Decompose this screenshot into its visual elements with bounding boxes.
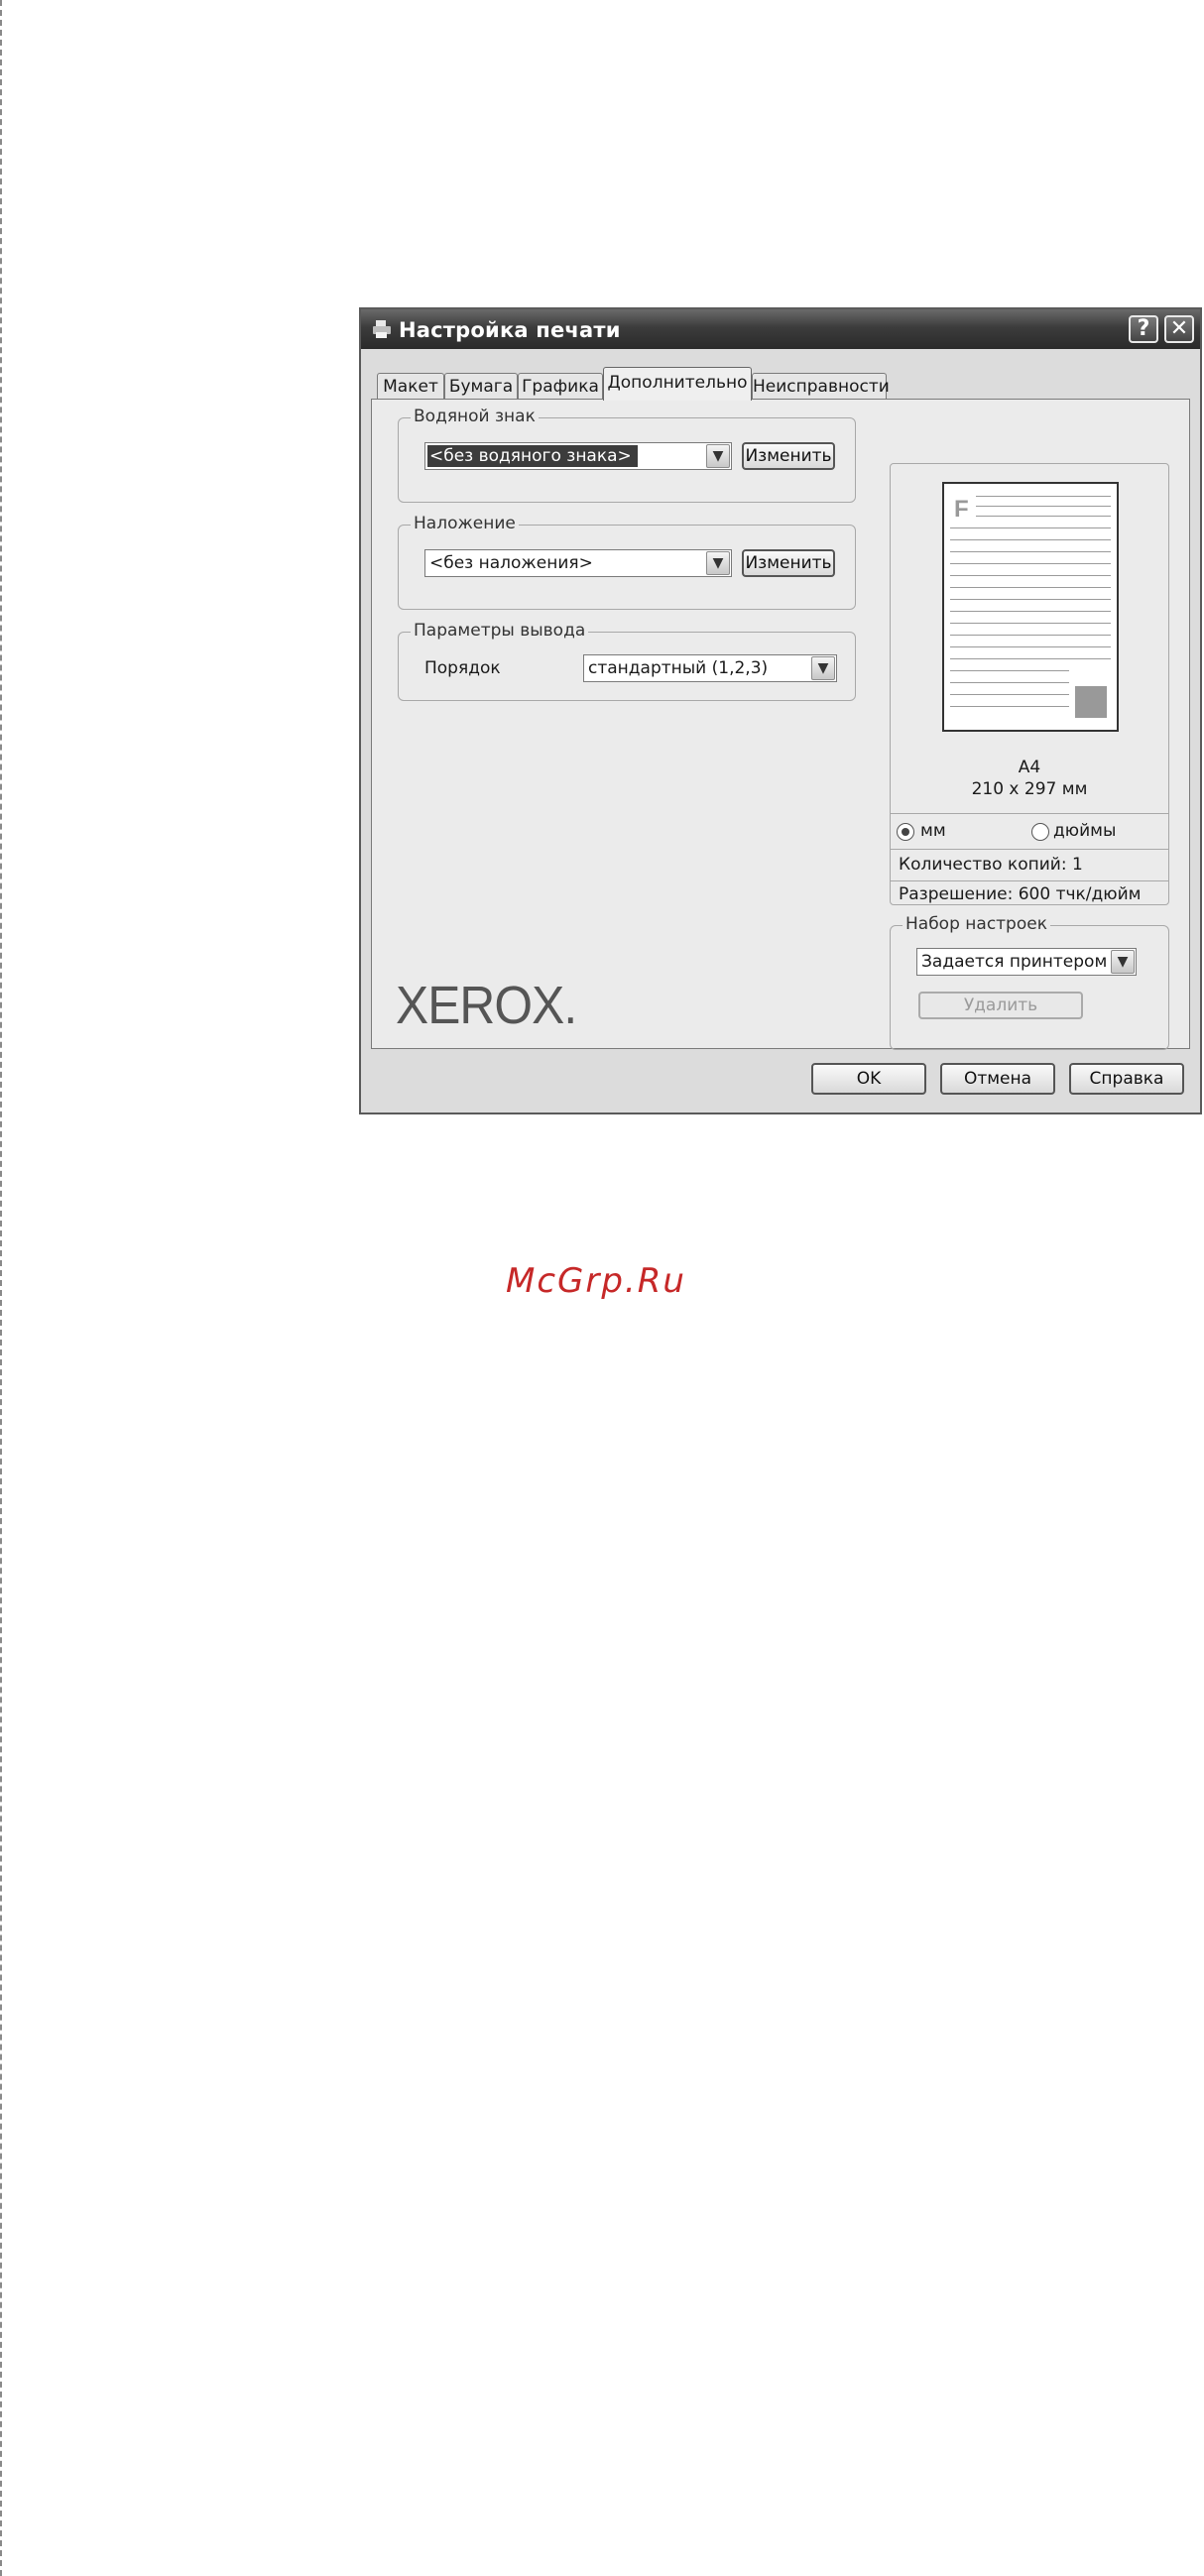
presets-select[interactable]: Задается принтером ▼ xyxy=(916,948,1137,976)
copies-info: Количество копий: 1 xyxy=(899,855,1083,875)
divider xyxy=(891,880,1168,881)
tab-paper[interactable]: Бумага xyxy=(444,373,518,399)
presets-group-label: Набор настроек xyxy=(903,914,1050,934)
output-options-group: Параметры вывода Порядок стандартный (1,… xyxy=(398,621,856,701)
overlay-select-value: <без наложения> xyxy=(429,553,593,573)
tab-extras[interactable]: Дополнительно xyxy=(603,367,752,401)
paper-preview: F A4 210 x 297 мм мм дюймы Количество ко… xyxy=(890,463,1169,905)
title-bar[interactable]: Настройка печати ? ✕ xyxy=(361,309,1200,349)
tab-graphics[interactable]: Графика xyxy=(518,373,603,399)
printer-icon xyxy=(373,320,391,338)
resolution-info: Разрешение: 600 тчк/дюйм xyxy=(899,884,1142,904)
output-options-group-label: Параметры вывода xyxy=(411,621,589,641)
overlay-group-label: Наложение xyxy=(411,514,519,533)
tab-panel: Водяной знак <без водяного знака> ▼ Изме… xyxy=(371,399,1190,1050)
site-watermark: McGrp.Ru xyxy=(506,1261,686,1301)
help-button[interactable]: ? xyxy=(1129,315,1158,343)
xerox-logo: XEROX. xyxy=(396,976,577,1035)
divider xyxy=(891,813,1168,814)
chevron-down-icon[interactable]: ▼ xyxy=(706,444,730,468)
unit-inch-label: дюймы xyxy=(1053,821,1117,841)
divider xyxy=(891,849,1168,850)
order-select-value: стандартный (1,2,3) xyxy=(588,658,769,678)
overlay-group: Наложение <без наложения> ▼ Изменить xyxy=(398,514,856,610)
order-label: Порядок xyxy=(424,658,501,678)
watermark-select-value: <без водяного знака> xyxy=(427,445,638,467)
chevron-down-icon[interactable]: ▼ xyxy=(706,551,730,575)
delete-preset-button[interactable]: Удалить xyxy=(918,992,1083,1019)
page-preview-image: F xyxy=(942,482,1119,732)
print-settings-dialog: Настройка печати ? ✕ Макет Бумага График… xyxy=(359,307,1202,1114)
watermark-group: Водяной знак <без водяного знака> ▼ Изме… xyxy=(398,407,856,503)
page-letter: F xyxy=(954,496,969,523)
watermark-group-label: Водяной знак xyxy=(411,407,539,426)
cut-line xyxy=(0,0,2,2576)
overlay-select[interactable]: <без наложения> ▼ xyxy=(424,549,732,577)
cancel-button[interactable]: Отмена xyxy=(940,1063,1055,1095)
page-image-block xyxy=(1075,686,1107,718)
watermark-edit-button[interactable]: Изменить xyxy=(742,442,835,470)
dialog-title: Настройка печати xyxy=(399,318,621,342)
tab-layout[interactable]: Макет xyxy=(377,373,444,399)
chevron-down-icon[interactable]: ▼ xyxy=(1111,950,1135,974)
tab-troubleshooting[interactable]: Неисправности xyxy=(752,373,890,399)
order-select[interactable]: стандартный (1,2,3) ▼ xyxy=(583,654,837,682)
overlay-edit-button[interactable]: Изменить xyxy=(742,549,835,577)
presets-select-value: Задается принтером xyxy=(921,952,1108,972)
presets-group: Набор настроек Задается принтером ▼ Удал… xyxy=(890,914,1169,1050)
unit-inch-radio[interactable] xyxy=(1031,823,1049,841)
help-footer-button[interactable]: Справка xyxy=(1069,1063,1184,1095)
close-button[interactable]: ✕ xyxy=(1164,315,1194,343)
unit-mm-label: мм xyxy=(920,821,946,841)
watermark-select[interactable]: <без водяного знака> ▼ xyxy=(424,442,732,470)
unit-mm-radio[interactable] xyxy=(897,823,914,841)
paper-size: 210 x 297 мм xyxy=(971,779,1088,799)
paper-name: A4 xyxy=(1018,758,1041,777)
ok-button[interactable]: OK xyxy=(811,1063,926,1095)
chevron-down-icon[interactable]: ▼ xyxy=(811,656,835,680)
